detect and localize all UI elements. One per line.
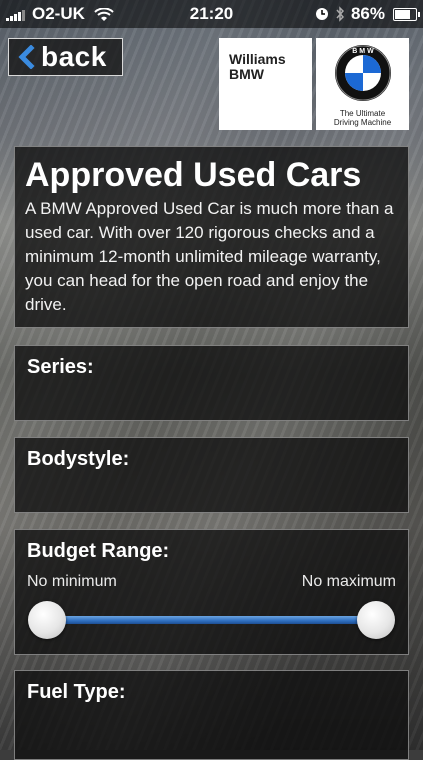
budget-slider-track[interactable] <box>45 616 378 624</box>
intro-panel: Approved Used Cars A BMW Approved Used C… <box>14 146 409 328</box>
back-button-label: back <box>41 41 107 72</box>
dealer-name-line2: BMW <box>229 66 264 82</box>
status-right: 86% <box>315 4 420 24</box>
page-title: Approved Used Cars <box>25 156 362 194</box>
dealer-logo: Williams BMW <box>219 38 312 130</box>
dealer-name-line1: Williams <box>229 51 286 67</box>
status-bar: O2-UK 21:20 86% <box>0 0 423 28</box>
bmw-tagline-line1: The Ultimate <box>339 109 386 118</box>
back-button[interactable]: back <box>8 38 123 76</box>
fuel-type-label: Fuel Type: <box>27 681 126 703</box>
budget-range-panel: Budget Range: No minimum No maximum <box>14 529 409 655</box>
chevron-left-icon <box>18 45 35 69</box>
series-label: Series: <box>27 356 94 378</box>
intro-text: A BMW Approved Used Car is much more tha… <box>25 199 394 314</box>
budget-min-handle[interactable] <box>28 601 66 639</box>
bmw-roundel-icon: B M W <box>334 45 391 101</box>
budget-max-handle[interactable] <box>357 601 395 639</box>
battery-icon <box>393 7 420 21</box>
bodystyle-selector[interactable]: Bodystyle: <box>14 437 409 513</box>
series-selector[interactable]: Series: <box>14 345 409 421</box>
battery-percent: 86% <box>350 4 385 23</box>
bmw-tagline: The Ultimate Driving Machine <box>316 109 409 127</box>
budget-max-label: No maximum <box>301 573 396 590</box>
budget-label: Budget Range: <box>27 540 170 562</box>
bluetooth-icon <box>336 6 344 22</box>
budget-min-label: No minimum <box>27 573 117 590</box>
svg-text:B M W: B M W <box>352 48 374 55</box>
fuel-type-selector[interactable]: Fuel Type: <box>14 670 409 760</box>
bmw-logo: B M W The Ultimate Driving Machine <box>316 38 409 130</box>
bodystyle-label: Bodystyle: <box>27 448 130 470</box>
bmw-tagline-line2: Driving Machine <box>333 118 392 127</box>
clock-icon <box>315 8 328 20</box>
